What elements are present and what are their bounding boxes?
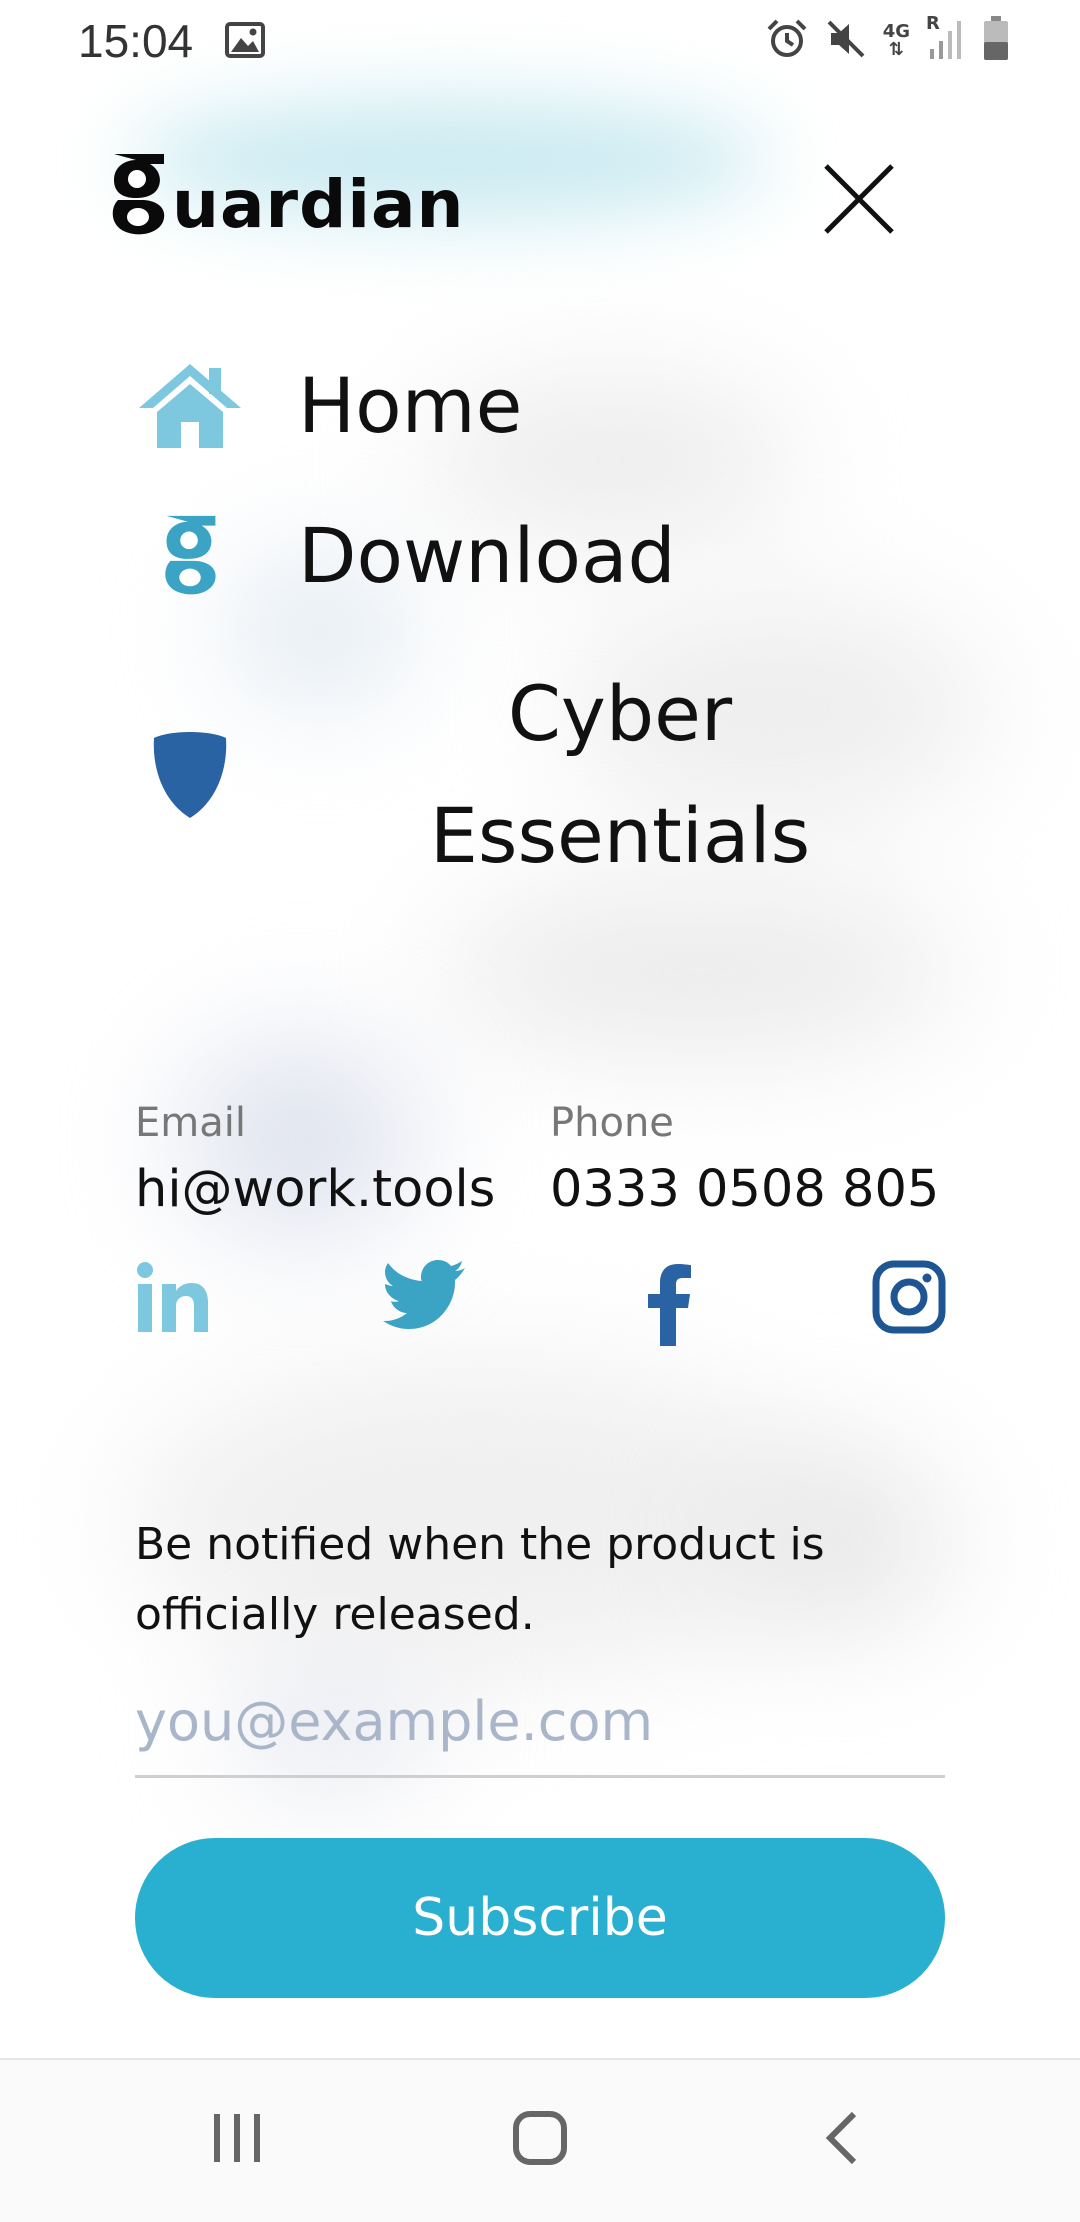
menu-item-download[interactable]: Download [0,500,1080,610]
menu-item-home[interactable]: Home [0,350,1080,460]
menu-label-download: Download [298,510,676,600]
status-bar: 15:04 4G ⇅ R [0,0,1080,80]
mute-icon [825,18,867,64]
guardian-g-icon [130,512,250,598]
status-icons: 4G ⇅ R [765,13,1010,66]
logo-wordmark: uardian [172,166,465,243]
phone-contact: Phone 0333 0508 805 [550,1100,939,1219]
close-button[interactable] [820,160,898,238]
email-contact: Email hi@work.tools [135,1100,495,1219]
notify-text: Be notified when the product is official… [135,1519,825,1640]
phone-link[interactable]: 0333 0508 805 [550,1160,939,1219]
shield-icon [130,730,250,820]
phone-label: Phone [550,1100,674,1146]
linkedin-icon[interactable] [134,1260,210,1340]
alarm-icon [765,17,809,65]
back-icon[interactable] [822,2110,862,2170]
image-icon [225,22,265,62]
guardian-logo[interactable]: uardian [108,150,464,238]
signal-icon: R [926,13,966,65]
twitter-icon[interactable] [383,1260,467,1336]
subscribe-button[interactable]: Subscribe [135,1838,945,1998]
network-4g: 4G ⇅ [883,23,910,59]
menu-label-cyber-essentials: Cyber Essentials [429,669,811,880]
guardian-g-logo-icon [112,154,165,235]
facebook-icon[interactable] [646,1260,692,1350]
recents-icon[interactable] [210,2110,266,2170]
data-arrows-icon: ⇅ [888,39,904,60]
close-icon [824,164,894,234]
subscribe-email-input[interactable] [135,1668,945,1778]
battery-icon [982,16,1010,66]
status-time: 15:04 [78,15,194,67]
email-link[interactable]: hi@work.tools [135,1160,495,1219]
background-blur [440,880,960,1060]
roaming-indicator: R [926,13,940,34]
menu-item-cyber-essentials[interactable]: Cyber Essentials [0,650,1080,900]
home-button-icon[interactable] [512,2110,568,2170]
system-navigation-bar [0,2058,1080,2222]
header: uardian [0,90,1080,290]
social-links [0,1260,1080,1350]
menu-label-home: Home [298,360,523,450]
instagram-icon[interactable] [872,1260,946,1338]
home-icon [130,360,250,450]
email-label: Email [135,1100,246,1146]
